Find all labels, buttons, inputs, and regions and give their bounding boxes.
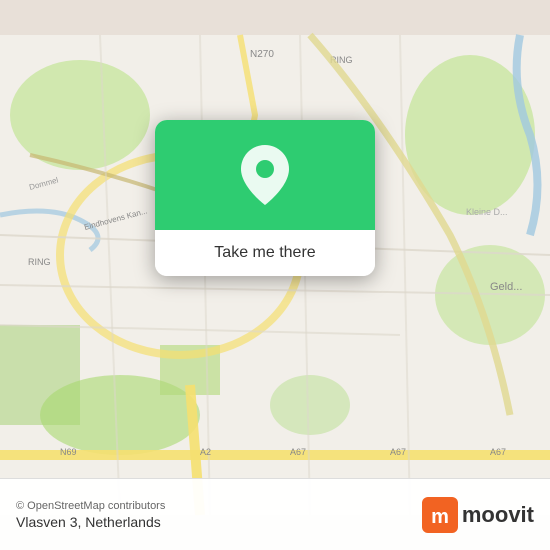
svg-text:N270: N270 bbox=[250, 49, 274, 60]
map-container: N270 RING RING Eindhovens Kan... Dommel … bbox=[0, 0, 550, 550]
location-pin-icon bbox=[241, 145, 289, 205]
moovit-logo-icon: m bbox=[422, 497, 458, 533]
svg-text:A67: A67 bbox=[290, 447, 306, 457]
svg-text:N69: N69 bbox=[60, 447, 77, 457]
svg-text:A2: A2 bbox=[200, 447, 211, 457]
popup-green-area bbox=[155, 120, 375, 230]
moovit-logo: m moovit bbox=[422, 497, 534, 533]
svg-text:Geld...: Geld... bbox=[490, 281, 522, 293]
svg-text:Kleine D...: Kleine D... bbox=[466, 207, 508, 217]
popup-card: Take me there bbox=[155, 120, 375, 276]
svg-text:m: m bbox=[431, 506, 449, 528]
bottom-bar: © OpenStreetMap contributors Vlasven 3, … bbox=[0, 478, 550, 550]
take-me-there-button[interactable]: Take me there bbox=[155, 230, 375, 276]
moovit-brand-text: moovit bbox=[462, 502, 534, 528]
location-label: Vlasven 3, Netherlands bbox=[16, 514, 165, 530]
attribution-text: © OpenStreetMap contributors bbox=[16, 500, 165, 512]
svg-text:RING: RING bbox=[28, 257, 51, 267]
bottom-left: © OpenStreetMap contributors Vlasven 3, … bbox=[16, 500, 165, 530]
svg-text:A67: A67 bbox=[390, 447, 406, 457]
svg-text:A67: A67 bbox=[490, 447, 506, 457]
